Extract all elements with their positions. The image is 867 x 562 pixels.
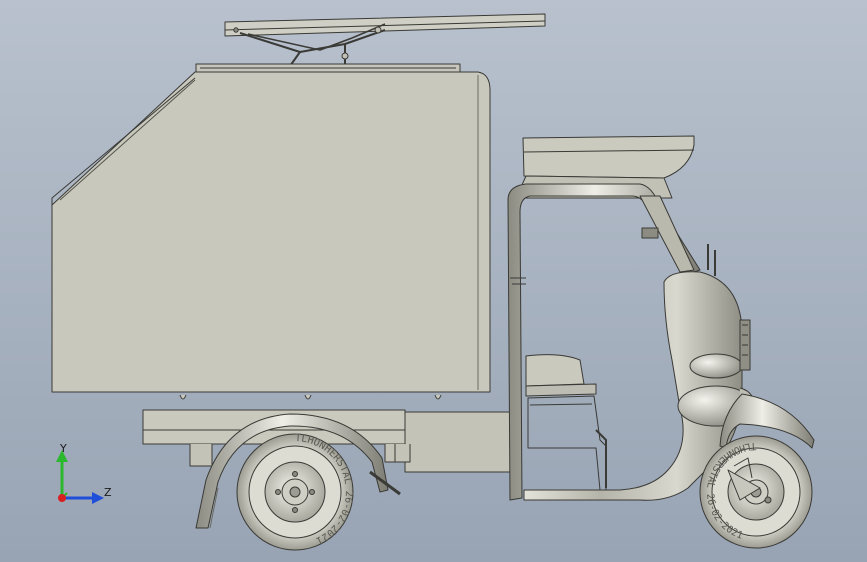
x-axis-point [58, 494, 66, 502]
coordinate-triad: Y Z [56, 442, 112, 504]
vehicle-model[interactable]: TLHONHERSTAL 26-02-2021 TLHONHERSTAL 26-… [0, 0, 867, 562]
z-axis-label: Z [104, 486, 112, 499]
z-axis-arrowhead [92, 492, 104, 504]
y-axis-label: Y [59, 442, 67, 455]
front-wheel [699, 435, 813, 549]
graphics-viewport[interactable]: TLHONHERSTAL 26-02-2021 TLHONHERSTAL 26-… [0, 0, 867, 562]
